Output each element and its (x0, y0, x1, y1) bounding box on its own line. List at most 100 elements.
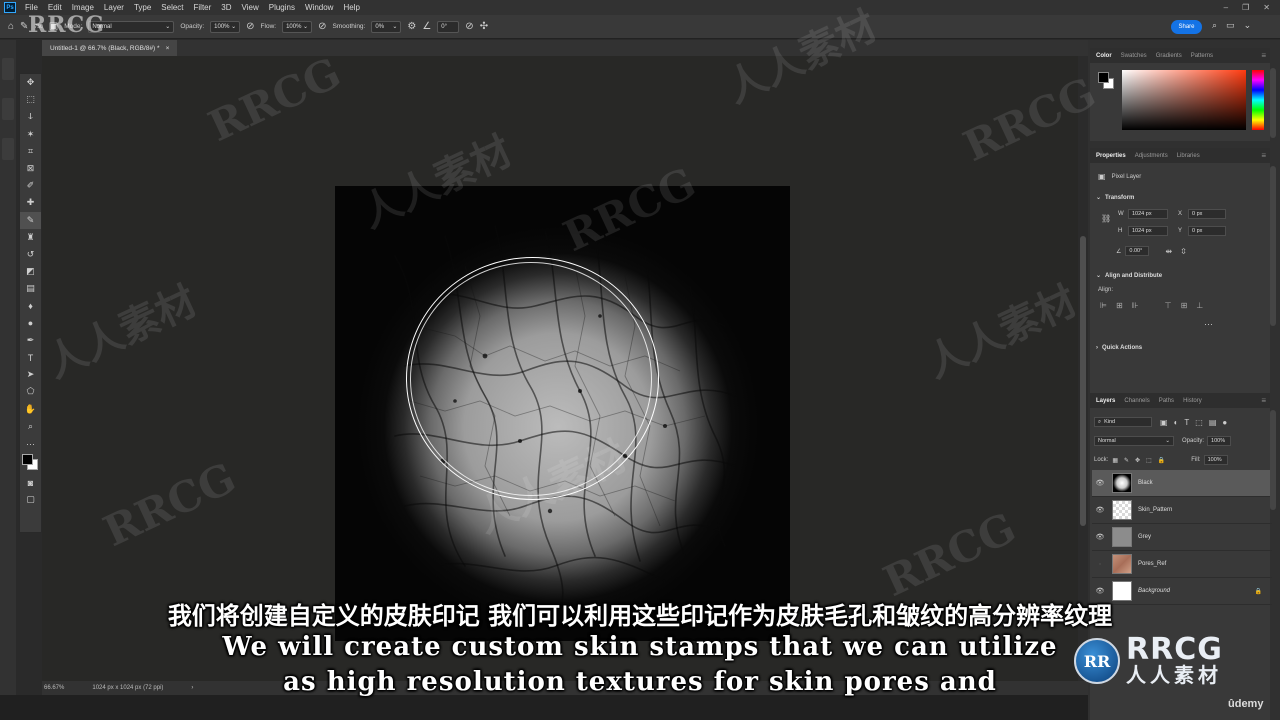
blur-tool-icon[interactable]: ♦ (20, 297, 41, 314)
align-section-header[interactable]: ⌄ Align and Distribute (1096, 272, 1162, 280)
eyedropper-tool-icon[interactable]: ✐ (20, 177, 41, 194)
color-swatches[interactable] (20, 452, 41, 474)
menu-file[interactable]: File (20, 3, 43, 12)
align-left-icon[interactable]: ⊫ (1100, 301, 1107, 310)
visibility-toggle-empty[interactable]: ▫ (1092, 561, 1108, 568)
y-input[interactable]: 0 px (1188, 226, 1226, 236)
menu-plugins[interactable]: Plugins (264, 3, 300, 12)
canvas-vertical-scrollbar[interactable] (1078, 56, 1088, 681)
frame-tool-icon[interactable]: ⊠ (20, 160, 41, 177)
minimize-icon[interactable]: – (1224, 3, 1228, 12)
eraser-tool-icon[interactable]: ◩ (20, 263, 41, 280)
layer-row-pores-ref[interactable]: ▫ Pores_Ref (1092, 551, 1272, 578)
layer-name[interactable]: Grey (1138, 534, 1151, 540)
healing-brush-tool-icon[interactable]: ✚ (20, 194, 41, 211)
zoom-tool-icon[interactable]: ⌕ (20, 418, 41, 435)
menu-type[interactable]: Type (129, 3, 156, 12)
maximize-icon[interactable]: ❐ (1242, 3, 1249, 12)
align-top-icon[interactable]: ⊤ (1165, 301, 1172, 310)
filter-toggle-icon[interactable]: ● (1222, 418, 1227, 427)
collapsed-panel-button[interactable] (2, 138, 14, 160)
hue-slider[interactable] (1252, 70, 1264, 130)
search-icon[interactable]: ⌕ (1212, 20, 1217, 31)
dodge-tool-icon[interactable]: ● (20, 315, 41, 332)
menu-window[interactable]: Window (300, 3, 338, 12)
hand-tool-icon[interactable]: ✋ (20, 401, 41, 418)
gradient-tool-icon[interactable]: ▤ (20, 280, 41, 297)
menu-filter[interactable]: Filter (189, 3, 217, 12)
scrollbar-thumb[interactable] (1080, 236, 1086, 526)
layer-row-black[interactable]: 👁 Black (1092, 470, 1272, 497)
quick-mask-icon[interactable]: ◙ (20, 474, 41, 491)
lock-artboard-icon[interactable]: ⬚ (1146, 457, 1152, 464)
smoothing-field[interactable]: 0% ⌄ (371, 20, 402, 33)
quick-actions-section-header[interactable]: › Quick Actions (1096, 345, 1142, 351)
gear-icon[interactable]: ⚙ (407, 21, 416, 32)
tab-patterns[interactable]: Patterns (1191, 53, 1213, 59)
history-brush-tool-icon[interactable]: ↺ (20, 246, 41, 263)
path-selection-tool-icon[interactable]: ➤ (20, 366, 41, 383)
panel-menu-icon[interactable]: ≡ (1261, 396, 1266, 405)
menu-edit[interactable]: Edit (43, 3, 67, 12)
lock-all-icon[interactable]: 🔒 (1158, 457, 1165, 464)
panel-menu-icon[interactable]: ≡ (1261, 51, 1266, 60)
filter-pixel-icon[interactable]: ▣ (1160, 418, 1168, 427)
photoshop-logo-icon[interactable]: Ps (4, 2, 16, 13)
layer-kind-select[interactable]: ⌕ Kind (1094, 417, 1152, 427)
flow-field[interactable]: 100% ⌄ (282, 20, 313, 33)
collapsed-panel-button[interactable] (2, 98, 14, 120)
tab-properties[interactable]: Properties (1096, 153, 1126, 159)
filter-shape-icon[interactable]: ⬚ (1195, 418, 1203, 427)
layer-opacity-input[interactable]: 100% (1207, 436, 1232, 446)
angle-input[interactable]: 0.00° (1125, 246, 1150, 256)
color-picker-field[interactable] (1122, 70, 1246, 130)
properties-panel-scrollbar[interactable] (1270, 166, 1276, 326)
layer-name[interactable]: Pores_Ref (1138, 561, 1166, 567)
tab-layers[interactable]: Layers (1096, 398, 1115, 404)
filter-smart-object-icon[interactable]: ▤ (1209, 418, 1217, 427)
height-input[interactable]: 1024 px (1128, 226, 1168, 236)
marquee-tool-icon[interactable]: ⬚ (20, 91, 41, 108)
pen-tool-icon[interactable]: ✒ (20, 332, 41, 349)
share-button[interactable]: Share (1171, 20, 1202, 34)
tab-gradients[interactable]: Gradients (1156, 53, 1182, 59)
tab-paths[interactable]: Paths (1159, 398, 1174, 404)
collapsed-panel-button[interactable] (2, 58, 14, 80)
tab-channels[interactable]: Channels (1124, 398, 1149, 404)
foreground-color-swatch[interactable] (22, 454, 33, 466)
fill-input[interactable]: 100% (1203, 455, 1228, 465)
menu-help[interactable]: Help (338, 3, 364, 12)
layer-name[interactable]: Black (1138, 480, 1153, 486)
link-dimensions-icon[interactable]: ⛓ (1101, 214, 1111, 223)
angle-field[interactable]: 0° (437, 20, 460, 33)
move-tool-icon[interactable]: ✥ (20, 74, 41, 91)
lock-pixels-icon[interactable]: ✎ (1124, 457, 1129, 464)
symmetry-icon[interactable]: ✣ (480, 21, 488, 32)
width-input[interactable]: 1024 px (1128, 209, 1168, 219)
tab-color[interactable]: Color (1096, 53, 1112, 59)
menu-image[interactable]: Image (67, 3, 99, 12)
menu-select[interactable]: Select (156, 3, 188, 12)
pressure-size-icon[interactable]: ⊘ (465, 21, 473, 32)
filter-adjustment-icon[interactable]: ◐ (1174, 418, 1179, 427)
menu-view[interactable]: View (237, 3, 264, 12)
tab-swatches[interactable]: Swatches (1121, 53, 1147, 59)
airbrush-icon[interactable]: ⊘ (318, 21, 326, 32)
transform-section-header[interactable]: ⌄ Transform (1096, 194, 1134, 202)
more-tools-icon[interactable]: ··· (20, 435, 41, 452)
type-tool-icon[interactable]: T (20, 349, 41, 366)
screen-mode-icon[interactable]: ▢ (20, 491, 41, 508)
more-align-options-icon[interactable]: ··· (1204, 319, 1213, 329)
workspace-icon[interactable]: ▭ (1226, 20, 1235, 31)
tab-libraries[interactable]: Libraries (1177, 153, 1200, 159)
brush-tool-icon[interactable]: ✎ (20, 211, 41, 229)
lock-position-icon[interactable]: ✥ (1135, 457, 1140, 464)
foreground-color-swatch[interactable] (1098, 72, 1109, 83)
shape-tool-icon[interactable]: ⬠ (20, 383, 41, 400)
home-icon[interactable]: ⌂ (8, 21, 14, 32)
canvas-workspace[interactable] (42, 56, 1078, 681)
align-bottom-icon[interactable]: ⊥ (1196, 301, 1203, 310)
tab-adjustments[interactable]: Adjustments (1135, 153, 1168, 159)
color-panel-scrollbar[interactable] (1270, 68, 1276, 138)
layer-name[interactable]: Background (1138, 588, 1170, 594)
